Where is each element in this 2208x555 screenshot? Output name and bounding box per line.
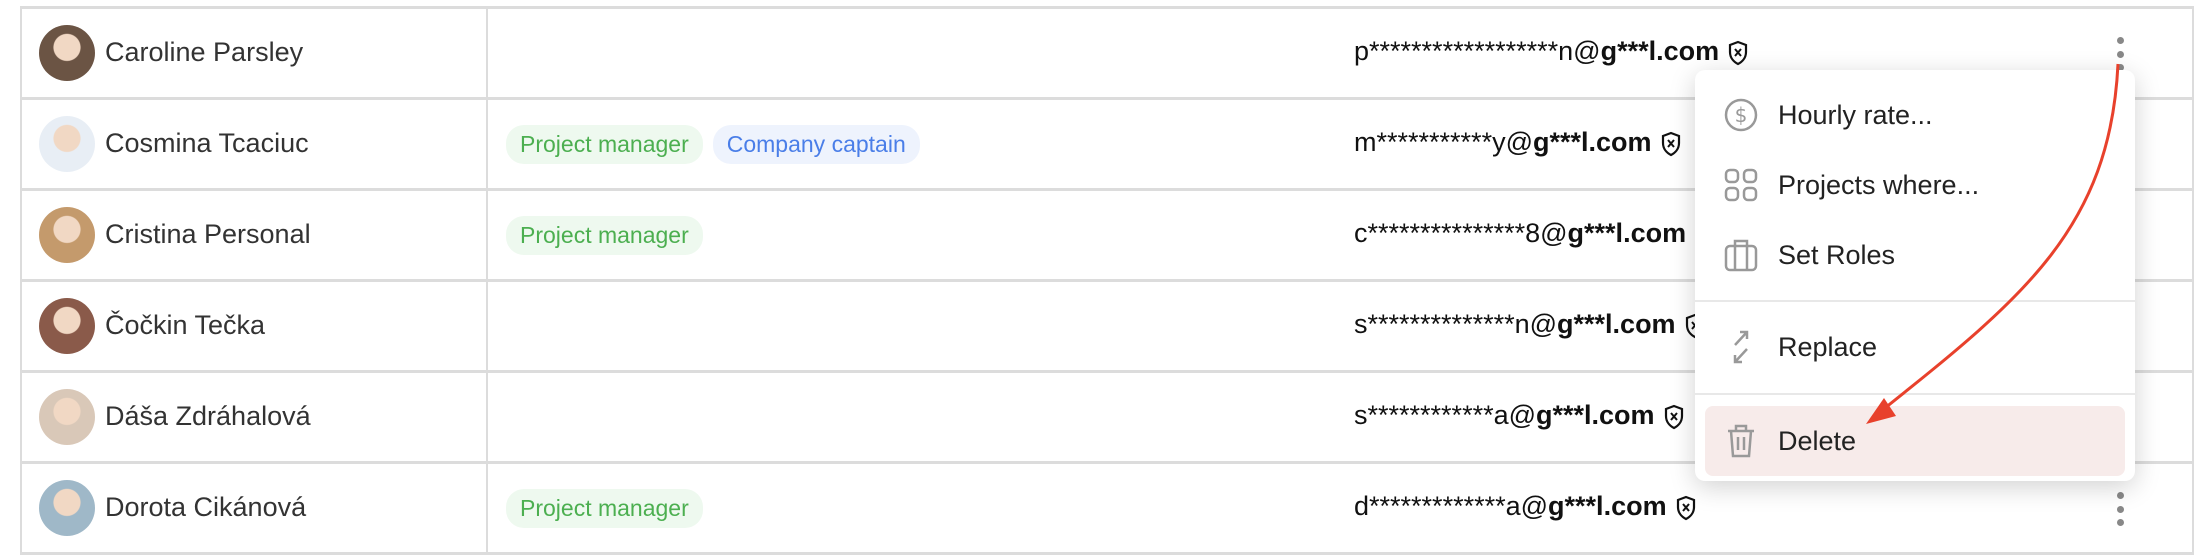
avatar (39, 298, 95, 354)
role-tags: Project manager Company captain (506, 125, 920, 164)
column-divider (486, 282, 488, 370)
column-divider (486, 191, 488, 279)
column-divider (486, 464, 488, 552)
member-name: Caroline Parsley (105, 37, 304, 67)
shield-x-icon (1661, 131, 1680, 157)
column-divider (486, 100, 488, 188)
avatar (39, 207, 95, 263)
member-email: p******************n@g***l.com (1354, 36, 1749, 67)
member-email: s**************n@g***l.com (1354, 309, 1706, 340)
shield-x-icon (1729, 40, 1748, 66)
role-tag: Company captain (712, 125, 920, 164)
avatar (39, 25, 95, 81)
member-name: Dáša Zdráhalová (105, 401, 311, 431)
more-options-icon[interactable] (2112, 492, 2128, 526)
member-email: d*************a@g***l.com (1354, 491, 1697, 522)
row-context-menu: $ Hourly rate... Projects where... Set R… (1695, 70, 2135, 481)
member-email: s************a@g***l.com (1354, 400, 1685, 431)
dollar-circle-icon: $ (1724, 98, 1758, 132)
more-options-icon[interactable] (2112, 37, 2128, 71)
menu-item-hourly-rate[interactable]: $ Hourly rate... (1695, 82, 2135, 148)
menu-item-projects-where[interactable]: Projects where... (1695, 152, 2135, 218)
menu-divider (1695, 300, 2135, 302)
avatar (39, 480, 95, 536)
role-tags: Project manager (506, 489, 703, 528)
trash-icon (1728, 424, 1754, 458)
member-name: Cosmina Tcaciuc (105, 128, 309, 158)
member-name: Dorota Cikánová (105, 492, 307, 522)
menu-item-set-roles[interactable]: Set Roles (1695, 222, 2135, 288)
svg-text:$: $ (1735, 103, 1748, 127)
avatar (39, 389, 95, 445)
avatar (39, 116, 95, 172)
shield-x-icon (1664, 404, 1683, 430)
role-tag: Project manager (506, 216, 703, 255)
role-tags: Project manager (506, 216, 703, 255)
role-tag: Project manager (506, 489, 703, 528)
member-name: Cristina Personal (105, 219, 311, 249)
column-divider (486, 373, 488, 461)
menu-item-delete[interactable]: Delete (1705, 406, 2125, 476)
member-name: Čočkin Tečka (105, 310, 266, 340)
member-email: c***************8@g***l.com (1354, 218, 1716, 249)
shield-x-icon (1676, 495, 1695, 521)
member-email: m***********y@g***l.com (1354, 127, 1682, 158)
grid-icon (1724, 168, 1758, 202)
swap-arrows-icon (1733, 330, 1749, 364)
column-divider (486, 9, 488, 97)
menu-item-replace[interactable]: Replace (1695, 314, 2135, 380)
menu-divider (1695, 393, 2135, 395)
role-tag: Project manager (506, 125, 703, 164)
briefcase-icon (1724, 239, 1758, 272)
